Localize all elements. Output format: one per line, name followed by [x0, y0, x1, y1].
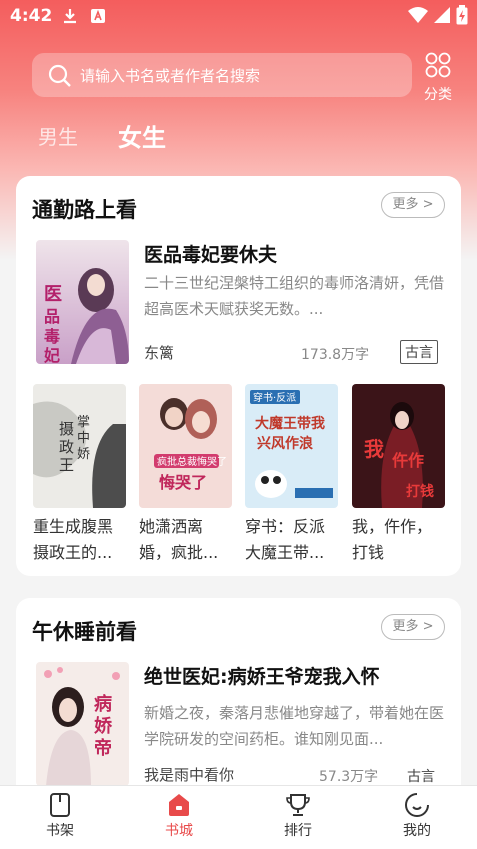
book-author: 东篱 [144, 344, 175, 362]
search-placeholder: 请输入书名或者作者名搜索 [80, 67, 261, 85]
app-notification-icon [90, 8, 106, 28]
nav-item-profile[interactable]: 我的 [377, 792, 457, 840]
tab-male[interactable]: 男生 [38, 121, 78, 150]
svg-text:仵作: 仵作 [392, 451, 424, 470]
svg-text:娇: 娇 [77, 447, 90, 462]
svg-text:打钱: 打钱 [406, 483, 434, 500]
svg-text:妃: 妃 [43, 346, 60, 364]
book-author: 我是雨中看你 [144, 766, 235, 784]
nav-item-bookshelf[interactable]: 书架 [20, 792, 100, 840]
bottom-navigation: 书架 书城 排行 我的 [0, 785, 477, 849]
book-title[interactable]: 医品毒妃要休夫 [144, 240, 277, 267]
svg-text:摄: 摄 [59, 420, 74, 438]
book-genre-tag[interactable]: 古言 [400, 340, 438, 364]
category-button[interactable]: 分类 [418, 52, 458, 104]
book-cover[interactable]: 病 娇 帝 [36, 662, 129, 786]
store-icon [169, 794, 189, 816]
book-title[interactable]: 我，仵作，打钱 [352, 514, 447, 566]
nav-label: 排行 [284, 823, 312, 839]
search-icon [48, 64, 71, 87]
nav-label: 书城 [165, 823, 193, 839]
status-bar: 4:42 [0, 0, 477, 32]
book-description: 二十三世纪涅槃特工组织的毒师洛清妍，凭借超高医术天赋获奖无数。... [144, 274, 444, 318]
svg-text:掌: 掌 [77, 415, 90, 430]
book-cover[interactable]: 疯批总裁悔哭了 悔哭了 [139, 384, 232, 508]
cellular-signal-icon [434, 7, 450, 27]
status-time: 4:42 [10, 6, 53, 26]
nav-item-store[interactable]: 书城 [139, 792, 219, 840]
section-title: 午休睡前看 [32, 620, 137, 644]
trophy-icon [286, 794, 310, 816]
nav-item-ranking[interactable]: 排行 [258, 792, 338, 840]
book-description: 新婚之夜，秦落月悲催地穿越了，带着她在医学院研发的空间药柜。谁知刚见面... [144, 704, 444, 748]
svg-text:品: 品 [44, 307, 60, 326]
svg-text:娇: 娇 [94, 715, 113, 737]
category-label: 分类 [424, 87, 452, 103]
battery-icon [456, 5, 468, 29]
book-cover[interactable]: 医 品 毒 妃 [36, 240, 129, 364]
svg-text:医: 医 [44, 284, 62, 305]
svg-text:兴风作浪: 兴风作浪 [257, 435, 313, 452]
svg-text:毒: 毒 [44, 327, 60, 346]
book-title[interactable]: 重生成腹黑摄政王的... [33, 514, 128, 566]
section-card-commute: 通勤路上看 更多 > 医 品 毒 妃 医品毒妃要休夫 二十三世纪涅槃特工组织的毒… [16, 176, 461, 576]
svg-text:病: 病 [94, 693, 112, 715]
nav-label: 我的 [403, 823, 431, 839]
category-grid-icon [425, 52, 451, 78]
book-cover[interactable]: 我 仵作 打钱 [352, 384, 445, 508]
svg-text:大魔王带我: 大魔王带我 [255, 415, 325, 432]
svg-text:我: 我 [364, 437, 384, 461]
svg-text:中: 中 [77, 431, 90, 446]
book-title[interactable]: 穿书：反派大魔王带... [245, 514, 340, 566]
section-card-nap: 午休睡前看 更多 > 病 娇 帝 绝世医妃:病娇王爷宠我入怀 新婚之夜，秦落月悲… [16, 598, 461, 798]
book-word-count: 173.8万字 [301, 347, 370, 363]
book-title[interactable]: 绝世医妃:病娇王爷宠我入怀 [144, 662, 380, 689]
book-cover[interactable]: 穿书·反派 大魔王带我 兴风作浪 [245, 384, 338, 508]
wifi-icon [408, 7, 428, 27]
section-title: 通勤路上看 [32, 198, 137, 222]
search-bar[interactable]: 请输入书名或者作者名搜索 [32, 53, 412, 97]
svg-text:悔哭了: 悔哭了 [159, 473, 207, 492]
svg-text:政: 政 [59, 438, 74, 456]
bookshelf-icon [50, 793, 70, 817]
book-title[interactable]: 她潇洒离婚，疯批... [139, 514, 234, 566]
book-word-count: 57.3万字 [319, 769, 379, 785]
profile-icon [405, 793, 429, 817]
tab-female[interactable]: 女生 [118, 118, 166, 153]
svg-text:王: 王 [59, 456, 74, 474]
svg-text:帝: 帝 [94, 737, 112, 759]
book-cover[interactable]: 摄 政 王 掌 中 娇 [33, 384, 126, 508]
nav-label: 书架 [46, 823, 74, 839]
more-button[interactable]: 更多 > [381, 192, 445, 218]
svg-text:穿书·反派: 穿书·反派 [253, 391, 296, 404]
download-icon [62, 8, 78, 28]
svg-text:疯批总裁悔哭了: 疯批总裁悔哭了 [157, 455, 227, 468]
more-button[interactable]: 更多 > [381, 614, 445, 640]
